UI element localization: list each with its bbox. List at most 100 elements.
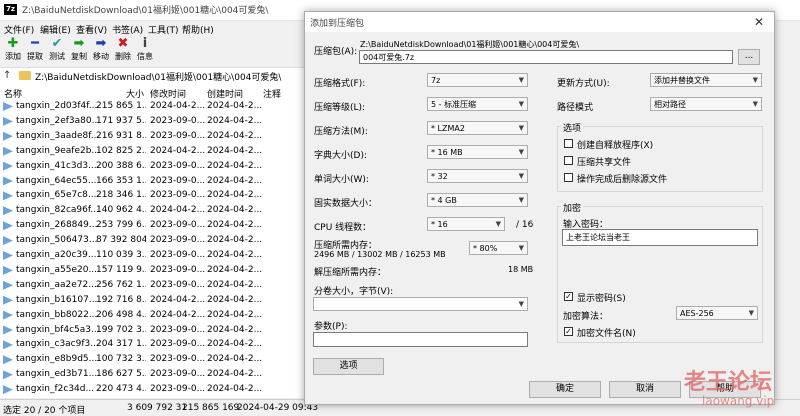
- update-select[interactable]: 添加并替换文件 ▼: [650, 73, 762, 87]
- shared-checkbox[interactable]: [564, 156, 573, 165]
- address-path[interactable]: Z:\BaiduNetdiskDownload\01福利姬\001糖心\004可…: [35, 70, 281, 83]
- cell-modified: 2023-09-0...: [150, 279, 206, 290]
- dialog-title: 添加到压缩包: [310, 19, 365, 29]
- table-row[interactable]: tangxin_a20c39... 110 039 3... 2023-09-0..…: [0, 249, 305, 262]
- threads-label: CPU 线程数：: [314, 223, 372, 233]
- up-folder-icon[interactable]: ↑: [3, 70, 15, 82]
- archive-label: 压缩包(A):: [314, 47, 358, 57]
- menu-file[interactable]: 文件(F): [4, 23, 34, 36]
- format-select[interactable]: 7z ▼: [427, 73, 528, 87]
- word-label: 单词大小(W):: [314, 175, 369, 185]
- cell-created: 2024-04-2...: [207, 369, 263, 380]
- cancel-button[interactable]: 取消: [609, 381, 681, 398]
- solid-select[interactable]: * 4 GB ▼: [427, 193, 528, 207]
- show-password-checkbox[interactable]: ✓: [564, 292, 573, 301]
- cell-created: 2024-04-2...: [207, 205, 263, 216]
- cell-created: 2024-04-2...: [207, 190, 263, 201]
- cell-created: 2024-04-2...: [207, 264, 263, 275]
- enc-method-select[interactable]: AES-256 ▼: [676, 306, 758, 320]
- encrypt-names-checkbox[interactable]: ✓: [564, 327, 573, 336]
- delete-source-checkbox[interactable]: [564, 173, 573, 182]
- toolbar-button-0[interactable]: ✚ 添加: [2, 36, 24, 66]
- video-file-icon: [3, 206, 13, 216]
- table-row[interactable]: tangxin_2ef3a80... 171 937 5... 2023-09-0.…: [0, 115, 305, 128]
- table-row[interactable]: tangxin_b16107... 192 716 8... 2024-04-2..…: [0, 294, 305, 307]
- table-row[interactable]: tangxin_9eafe2b... 102 825 2... 2024-04-2.…: [0, 145, 305, 158]
- table-row[interactable]: tangxin_2d03f4f... 215 865 1... 2024-04-2.…: [0, 100, 305, 113]
- dict-select[interactable]: * 16 MB ▼: [427, 145, 528, 159]
- toolbar-button-3[interactable]: ➡ 复制: [68, 36, 90, 66]
- cell-size: 140 962 4...: [96, 205, 146, 216]
- sfx-checkbox[interactable]: [564, 139, 573, 148]
- threads-select[interactable]: * 16 ▼: [427, 217, 505, 231]
- encrypt-names-label: 加密文件名(N): [577, 329, 636, 339]
- shared-label: 压缩共享文件: [577, 158, 632, 168]
- toolbar-button-4[interactable]: ➡ 移动: [90, 36, 112, 66]
- file-list[interactable]: 名称 大小 修改时间 创建时间 注释 tangxin_2d03f4f... 215…: [0, 85, 305, 398]
- table-row[interactable]: tangxin_bf4c5a3... 199 702 3... 2023-09-0.…: [0, 324, 305, 337]
- archive-name-input[interactable]: 004可爱兔.7z: [359, 50, 733, 64]
- cell-size: 199 702 3...: [96, 324, 146, 335]
- table-row[interactable]: tangxin_82ca96f... 140 962 4... 2024-04-2.…: [0, 204, 305, 217]
- move-arrow-icon: ➡: [95, 36, 107, 51]
- cell-created: 2024-04-2...: [207, 160, 263, 171]
- cell-size: 200 388 6...: [96, 160, 146, 171]
- table-row[interactable]: tangxin_268849... 253 799 6... 2023-09-0..…: [0, 219, 305, 232]
- level-select[interactable]: 5 - 标准压缩 ▼: [427, 97, 528, 111]
- cell-size: 256 762 1...: [96, 279, 146, 290]
- table-row[interactable]: tangxin_c3ac9f3... 204 317 1... 2023-09-0.…: [0, 338, 305, 351]
- menu-view[interactable]: 查看(V): [76, 23, 107, 36]
- video-file-icon: [3, 280, 13, 290]
- video-file-icon: [3, 102, 13, 111]
- table-row[interactable]: tangxin_f2c34d... 220 473 4... 2023-09-0..…: [0, 383, 305, 396]
- toolbar-button-6[interactable]: i 信息: [134, 36, 156, 66]
- close-icon[interactable]: ✕: [750, 14, 768, 30]
- format-label: 压缩格式(F):: [314, 79, 366, 89]
- password-input[interactable]: 上老王论坛当老王: [562, 229, 758, 246]
- menu-edit[interactable]: 编辑(E): [40, 23, 71, 36]
- column-header-size[interactable]: 大小: [126, 87, 144, 100]
- cell-size: 204 317 1...: [96, 339, 146, 350]
- toolbar-label: 复制: [71, 52, 87, 61]
- params-input[interactable]: [313, 332, 528, 347]
- table-row[interactable]: tangxin_e8b9d5... 100 732 3... 2023-09-0..…: [0, 353, 305, 366]
- table-row[interactable]: tangxin_64ec55... 166 353 1... 2023-09-0..…: [0, 175, 305, 188]
- table-row[interactable]: tangxin_bb8022... 206 498 4... 2024-04-2..…: [0, 309, 305, 322]
- table-row[interactable]: tangxin_a55e20... 157 119 9... 2023-09-0..…: [0, 264, 305, 277]
- table-row[interactable]: tangxin_506473... 87 392 804 2023-09-0... 2…: [0, 234, 305, 247]
- mem-decompress-value: 18 MB: [508, 265, 534, 274]
- cell-modified: 2024-04-2...: [150, 205, 206, 216]
- column-header-comment[interactable]: 注释: [263, 87, 281, 100]
- threads-total: / 16: [516, 220, 534, 230]
- column-header-created[interactable]: 创建时间: [207, 87, 243, 100]
- split-select[interactable]: ▼: [313, 297, 528, 311]
- video-file-icon: [3, 325, 13, 335]
- watermark: 老王论坛 laowang.vip: [684, 364, 792, 410]
- cell-size: 166 353 1...: [96, 175, 146, 186]
- menu-help[interactable]: 帮助(H): [182, 23, 214, 36]
- column-header-modified[interactable]: 修改时间: [150, 87, 186, 100]
- method-select[interactable]: * LZMA2 ▼: [427, 121, 528, 135]
- cell-created: 2024-04-2...: [207, 115, 263, 126]
- table-row[interactable]: tangxin_ed3b71... 186 627 5... 2023-09-0..…: [0, 368, 305, 381]
- menu-tools[interactable]: 工具(T): [148, 23, 179, 36]
- word-select[interactable]: * 32 ▼: [427, 169, 528, 183]
- toolbar-button-2[interactable]: ✔ 测试: [46, 36, 68, 66]
- toolbar-button-5[interactable]: ✖ 删除: [112, 36, 134, 66]
- ok-button[interactable]: 确定: [529, 381, 601, 398]
- mem-percent-select[interactable]: * 80% ▼: [469, 241, 528, 255]
- table-row[interactable]: tangxin_aa2e72... 256 762 1... 2023-09-0..…: [0, 279, 305, 292]
- column-header-name[interactable]: 名称: [4, 87, 22, 100]
- browse-button[interactable]: ...: [738, 49, 760, 65]
- options-button[interactable]: 选项: [313, 358, 384, 375]
- menu-bookmarks[interactable]: 书签(A): [112, 23, 143, 36]
- cell-modified: 2023-09-0...: [150, 250, 206, 260]
- toolbar-button-1[interactable]: ━ 提取: [24, 36, 46, 66]
- video-file-icon: [3, 146, 13, 156]
- table-row[interactable]: tangxin_65e7c8... 218 346 1... 2023-09-0..…: [0, 189, 305, 202]
- cell-size: 192 716 8...: [96, 294, 146, 305]
- address-bar[interactable]: ↑ Z:\BaiduNetdiskDownload\01福利姬\001糖心\00…: [0, 67, 305, 86]
- table-row[interactable]: tangxin_3aade8f... 216 931 8... 2023-09-0.…: [0, 130, 305, 143]
- table-row[interactable]: tangxin_41c3d3... 200 388 6... 2023-09-0..…: [0, 160, 305, 173]
- path-mode-select[interactable]: 相对路径 ▼: [650, 97, 762, 111]
